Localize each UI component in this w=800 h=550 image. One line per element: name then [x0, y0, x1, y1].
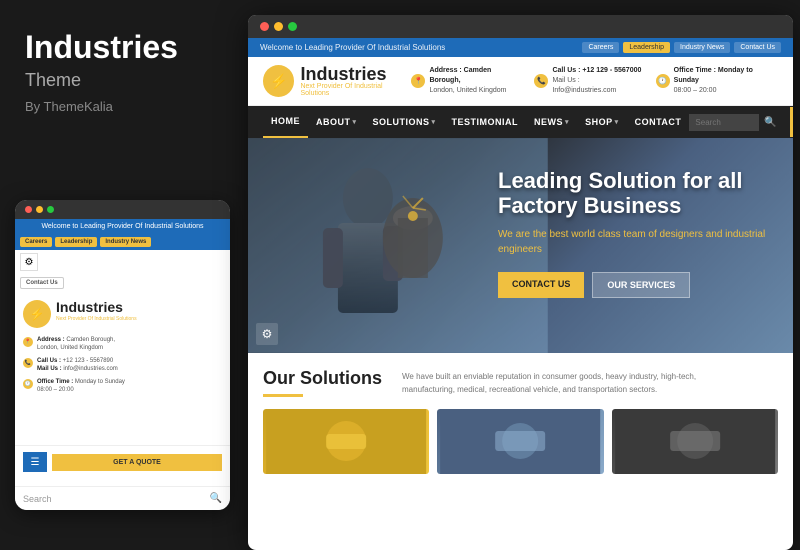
site-nav-items: HOME ABOUT ▾ SOLUTIONS ▾ TESTIMONIAL NEW…	[263, 106, 689, 138]
mobile-logo-icon: ⚡	[23, 300, 51, 328]
theme-author: By ThemeKalia	[25, 99, 215, 114]
solutions-section: Our Solutions We have built an enviable …	[248, 353, 793, 484]
nav-search: 🔍 GET A QUOTE	[689, 107, 793, 137]
hero-buttons: Contact Us Our Services	[498, 272, 778, 298]
site-hero: Leading Solution for all Factory Busines…	[248, 138, 793, 353]
mobile-banner: Welcome to Leading Provider Of Industria…	[15, 219, 230, 234]
nav-testimonial[interactable]: TESTIMONIAL	[444, 107, 527, 137]
solutions-images	[263, 409, 778, 474]
hero-subtitle: We are the best world class team of desi…	[498, 227, 778, 257]
mobile-cta-bar: ☰ GET A QUOTE	[15, 445, 230, 478]
desktop-minimize-dot	[274, 22, 283, 31]
site-address-info: 📍 Address : Camden Borough, London, Unit…	[411, 66, 522, 95]
site-office-text: Office Time : Monday to Sunday 08:00 – 2…	[674, 66, 778, 95]
site-logo: ⚡ Industries Next Provider Of Industrial…	[263, 65, 411, 97]
desktop-expand-dot	[288, 22, 297, 31]
mobile-nav-pills: Careers Leadership Industry News	[15, 234, 230, 250]
mobile-search-placeholder: Search	[23, 494, 52, 504]
hero-contact-button[interactable]: Contact Us	[498, 272, 584, 298]
mobile-logo-tagline: Next Provider Of Industrial Solutions	[56, 316, 137, 322]
nav-quote-button[interactable]: GET A QUOTE	[790, 107, 793, 137]
site-location-icon: 📍	[411, 74, 425, 88]
solutions-image-1	[263, 409, 429, 474]
site-logo-name: Industries	[300, 65, 411, 83]
mobile-window-controls	[15, 200, 230, 219]
site-call-text: Call Us : +12 129 - 5567000 Mail Us : In…	[552, 66, 643, 95]
mobile-mockup: Welcome to Leading Provider Of Industria…	[15, 200, 230, 510]
site-top-bar-pills: Careers Leadership Industry News Contact…	[582, 42, 781, 53]
site-top-bar-message: Welcome to Leading Provider Of Industria…	[260, 43, 445, 52]
hero-content: Leading Solution for all Factory Busines…	[498, 168, 778, 298]
nav-contact[interactable]: CONTACT	[627, 107, 690, 137]
mobile-info-section: 📍 Address : Camden Borough,London, Unite…	[15, 336, 230, 403]
desktop-mockup: Welcome to Leading Provider Of Industria…	[248, 15, 793, 550]
site-clock-icon: 🕐	[656, 74, 670, 88]
mobile-clock-icon: 🕐	[23, 379, 33, 389]
site-top-bar: Welcome to Leading Provider Of Industria…	[248, 38, 793, 57]
mobile-expand-dot	[47, 206, 54, 213]
hero-gear-icon: ⚙	[256, 323, 278, 345]
solutions-image-3	[612, 409, 778, 474]
hero-title: Leading Solution for all Factory Busines…	[498, 168, 778, 219]
solutions-underline	[263, 394, 303, 397]
mobile-close-dot	[25, 206, 32, 213]
nav-about[interactable]: ABOUT ▾	[308, 107, 365, 137]
theme-subtitle: Theme	[25, 70, 215, 91]
mobile-logo-text-wrap: Industries Next Provider Of Industrial S…	[56, 300, 137, 322]
hero-services-button[interactable]: Our Services	[592, 272, 690, 298]
site-call-info: 📞 Call Us : +12 129 - 5567000 Mail Us : …	[534, 66, 643, 95]
mobile-call-row: 📞 Call Us : +12 123 - 5567890Mail Us : i…	[23, 357, 222, 374]
top-pill-leadership[interactable]: Leadership	[623, 42, 670, 53]
mobile-search-icon[interactable]: 🔍	[210, 493, 222, 504]
solutions-header: Our Solutions We have built an enviable …	[263, 368, 778, 397]
site-logo-icon: ⚡	[263, 65, 294, 97]
mobile-logo-name: Industries	[56, 300, 137, 314]
site-logo-tagline: Next Provider Of Industrial Solutions	[300, 83, 411, 97]
mobile-logo-section: ⚡ Industries Next Provider Of Industrial…	[15, 292, 230, 336]
solutions-description: We have built an enviable reputation in …	[402, 368, 742, 397]
top-pill-contact[interactable]: Contact Us	[734, 42, 781, 53]
nav-solutions[interactable]: SOLUTIONS ▾	[365, 107, 444, 137]
site-logo-text: Industries Next Provider Of Industrial S…	[300, 65, 411, 97]
solutions-title: Our Solutions	[263, 368, 382, 389]
mobile-address-text: Address : Camden Borough,London, United …	[37, 336, 115, 353]
nav-shop[interactable]: SHOP ▾	[577, 107, 627, 137]
site-office-info: 🕐 Office Time : Monday to Sunday 08:00 –…	[656, 66, 778, 95]
nav-search-input[interactable]	[689, 114, 759, 131]
mobile-location-icon: 📍	[23, 337, 33, 347]
solutions-title-wrap: Our Solutions	[263, 368, 382, 397]
mobile-menu-button[interactable]: ☰	[23, 452, 47, 472]
mobile-office-text: Office Time : Monday to Sunday08:00 – 20…	[37, 378, 125, 395]
mobile-call-text: Call Us : +12 123 - 5567890Mail Us : inf…	[37, 357, 118, 374]
nav-home[interactable]: HOME	[263, 106, 308, 138]
mobile-search-bar: Search 🔍	[15, 486, 230, 510]
site-address-text: Address : Camden Borough, London, United…	[429, 66, 522, 95]
top-pill-industry[interactable]: Industry News	[674, 42, 730, 53]
mobile-pill-industry[interactable]: Industry News	[100, 237, 151, 247]
mobile-minimize-dot	[36, 206, 43, 213]
mobile-pill-careers[interactable]: Careers	[20, 237, 52, 247]
theme-title: Industries	[25, 30, 215, 65]
site-phone-icon: 📞	[534, 74, 548, 88]
mobile-address-row: 📍 Address : Camden Borough,London, Unite…	[23, 336, 222, 353]
mobile-gear-icon[interactable]: ⚙	[20, 253, 38, 271]
site-header: ⚡ Industries Next Provider Of Industrial…	[248, 57, 793, 106]
left-panel: Industries Theme By ThemeKalia Welcome t…	[0, 0, 240, 550]
site-nav: HOME ABOUT ▾ SOLUTIONS ▾ TESTIMONIAL NEW…	[248, 106, 793, 138]
desktop-close-dot	[260, 22, 269, 31]
mobile-pill-leadership[interactable]: Leadership	[55, 237, 97, 247]
desktop-window-controls	[248, 15, 793, 38]
top-pill-careers[interactable]: Careers	[582, 42, 619, 53]
solutions-image-2	[437, 409, 603, 474]
mobile-office-row: 🕐 Office Time : Monday to Sunday08:00 – …	[23, 378, 222, 395]
mobile-contact-pill[interactable]: Contact Us	[20, 277, 64, 289]
nav-search-icon[interactable]: 🔍	[764, 117, 776, 128]
mobile-phone-icon: 📞	[23, 358, 33, 368]
nav-news[interactable]: NEWS ▾	[526, 107, 577, 137]
site-header-info: 📍 Address : Camden Borough, London, Unit…	[411, 66, 778, 95]
mobile-quote-button[interactable]: GET A QUOTE	[52, 454, 222, 471]
